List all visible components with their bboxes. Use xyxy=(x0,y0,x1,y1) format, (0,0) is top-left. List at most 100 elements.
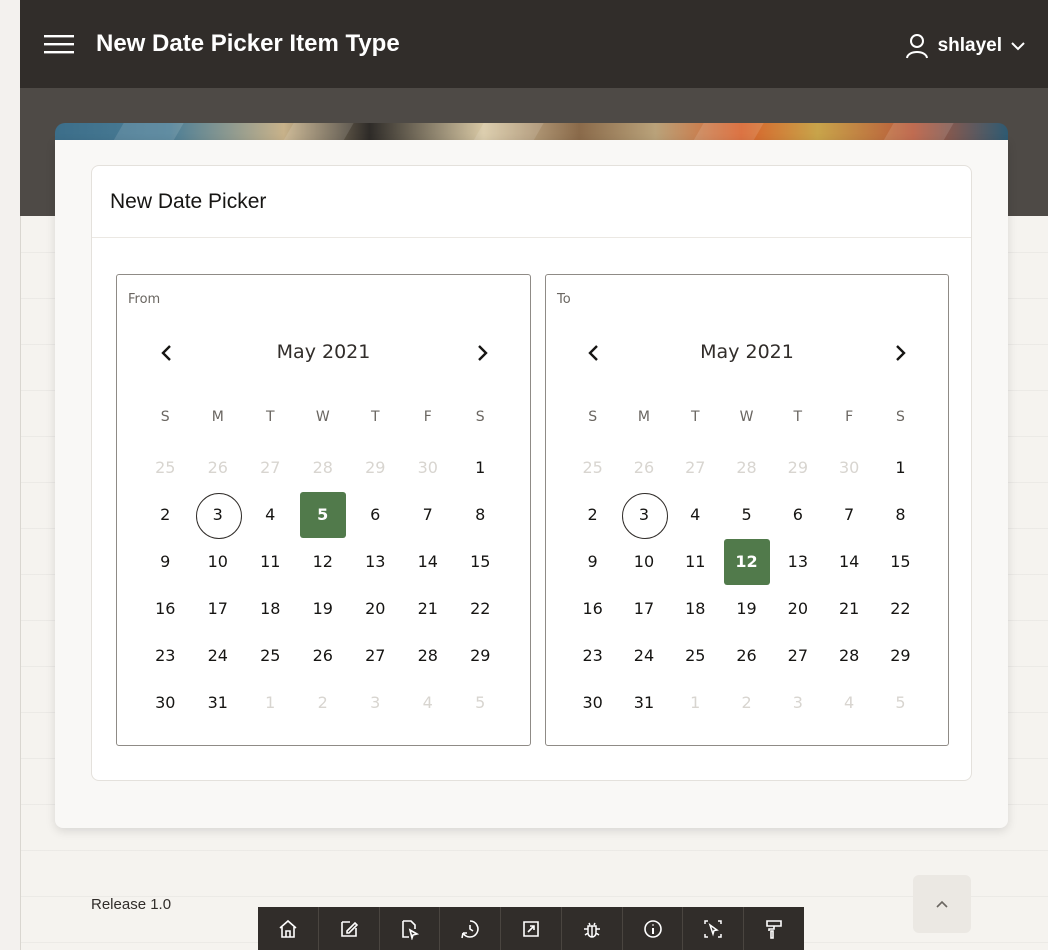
calendar-day[interactable]: 5 xyxy=(875,679,926,726)
calendar-day[interactable]: 21 xyxy=(402,585,455,632)
calendar-day[interactable]: 2 xyxy=(721,679,772,726)
calendar-day[interactable]: 10 xyxy=(618,538,669,585)
calendar-day[interactable]: 25 xyxy=(244,632,297,679)
calendar-day[interactable]: 4 xyxy=(402,679,455,726)
calendar-day[interactable]: 26 xyxy=(721,632,772,679)
calendar-day[interactable]: 18 xyxy=(244,585,297,632)
calendar-day[interactable]: 5 xyxy=(297,491,350,538)
quick-sql-button[interactable] xyxy=(501,907,562,950)
calendar-day[interactable]: 22 xyxy=(454,585,507,632)
calendar-day[interactable]: 10 xyxy=(192,538,245,585)
calendar-day[interactable]: 17 xyxy=(618,585,669,632)
info-button[interactable] xyxy=(623,907,684,950)
calendar-day[interactable]: 1 xyxy=(454,444,507,491)
calendar-day[interactable]: 13 xyxy=(349,538,402,585)
calendar-day[interactable]: 30 xyxy=(402,444,455,491)
calendar-day[interactable]: 5 xyxy=(454,679,507,726)
calendar-day[interactable]: 25 xyxy=(139,444,192,491)
calendar-day[interactable]: 9 xyxy=(139,538,192,585)
calendar-day[interactable]: 1 xyxy=(670,679,721,726)
calendar-day[interactable]: 4 xyxy=(670,491,721,538)
calendar-day[interactable]: 14 xyxy=(823,538,874,585)
calendar-day[interactable]: 28 xyxy=(297,444,350,491)
calendar-day[interactable]: 9 xyxy=(567,538,618,585)
calendar-day[interactable]: 4 xyxy=(823,679,874,726)
calendar-day[interactable]: 25 xyxy=(670,632,721,679)
calendar-day[interactable]: 3 xyxy=(618,491,669,539)
calendar-day[interactable]: 23 xyxy=(139,632,192,679)
calendar-day[interactable]: 27 xyxy=(244,444,297,491)
next-month-button[interactable] xyxy=(886,339,914,367)
calendar-day[interactable]: 7 xyxy=(823,491,874,538)
page-designer-button[interactable] xyxy=(380,907,441,950)
calendar-day[interactable]: 1 xyxy=(244,679,297,726)
calendar-day[interactable]: 30 xyxy=(823,444,874,491)
calendar-day[interactable]: 27 xyxy=(772,632,823,679)
calendar-day[interactable]: 17 xyxy=(192,585,245,632)
calendar-day[interactable]: 29 xyxy=(772,444,823,491)
calendar-day[interactable]: 25 xyxy=(567,444,618,491)
calendar-day[interactable]: 26 xyxy=(192,444,245,491)
calendar-day[interactable]: 16 xyxy=(139,585,192,632)
calendar-day[interactable]: 12 xyxy=(721,538,772,585)
calendar-day[interactable]: 27 xyxy=(670,444,721,491)
calendar-day[interactable]: 2 xyxy=(139,491,192,538)
calendar-day[interactable]: 28 xyxy=(721,444,772,491)
calendar-day[interactable]: 24 xyxy=(618,632,669,679)
quick-edit-button[interactable] xyxy=(683,907,745,950)
calendar-day[interactable]: 16 xyxy=(567,585,618,632)
calendar-day[interactable]: 4 xyxy=(244,491,297,538)
calendar-day[interactable]: 14 xyxy=(402,538,455,585)
calendar-day[interactable]: 26 xyxy=(618,444,669,491)
calendar-day[interactable]: 30 xyxy=(567,679,618,726)
calendar-day[interactable]: 15 xyxy=(454,538,507,585)
calendar-day[interactable]: 5 xyxy=(721,491,772,538)
calendar-day[interactable]: 3 xyxy=(192,491,245,539)
calendar-day[interactable]: 21 xyxy=(823,585,874,632)
debug-button[interactable] xyxy=(562,907,623,950)
session-button[interactable] xyxy=(440,907,502,950)
calendar-day[interactable]: 6 xyxy=(772,491,823,538)
scroll-to-top-button[interactable] xyxy=(913,875,971,933)
calendar-day[interactable]: 19 xyxy=(297,585,350,632)
calendar-day[interactable]: 31 xyxy=(192,679,245,726)
theme-roller-button[interactable] xyxy=(744,907,804,950)
calendar-day[interactable]: 8 xyxy=(454,491,507,538)
calendar-day[interactable]: 20 xyxy=(772,585,823,632)
hamburger-menu-button[interactable] xyxy=(42,30,76,58)
calendar-day[interactable]: 2 xyxy=(297,679,350,726)
calendar-day[interactable]: 19 xyxy=(721,585,772,632)
calendar-day[interactable]: 31 xyxy=(618,679,669,726)
calendar-day[interactable]: 2 xyxy=(567,491,618,538)
calendar-day[interactable]: 20 xyxy=(349,585,402,632)
calendar-day[interactable]: 29 xyxy=(875,632,926,679)
weekday-header: T xyxy=(793,409,803,425)
calendar-day[interactable]: 22 xyxy=(875,585,926,632)
calendar-day[interactable]: 3 xyxy=(349,679,402,726)
calendar-day[interactable]: 26 xyxy=(297,632,350,679)
calendar-day[interactable]: 24 xyxy=(192,632,245,679)
calendar-day[interactable]: 7 xyxy=(402,491,455,538)
calendar-day[interactable]: 30 xyxy=(139,679,192,726)
calendar-day[interactable]: 3 xyxy=(772,679,823,726)
home-button[interactable] xyxy=(258,907,319,950)
session-icon xyxy=(461,919,479,938)
calendar-day[interactable]: 28 xyxy=(823,632,874,679)
calendar-day[interactable]: 27 xyxy=(349,632,402,679)
calendar-day[interactable]: 11 xyxy=(670,538,721,585)
calendar-day[interactable]: 12 xyxy=(297,538,350,585)
edit-page-button[interactable] xyxy=(319,907,380,950)
calendar-day[interactable]: 15 xyxy=(875,538,926,585)
calendar-day[interactable]: 1 xyxy=(875,444,926,491)
calendar-day[interactable]: 29 xyxy=(454,632,507,679)
user-menu[interactable]: shlayel xyxy=(904,30,1026,62)
next-month-button[interactable] xyxy=(468,339,496,367)
calendar-day[interactable]: 29 xyxy=(349,444,402,491)
calendar-day[interactable]: 23 xyxy=(567,632,618,679)
calendar-day[interactable]: 28 xyxy=(402,632,455,679)
calendar-day[interactable]: 18 xyxy=(670,585,721,632)
calendar-day[interactable]: 8 xyxy=(875,491,926,538)
calendar-day[interactable]: 6 xyxy=(349,491,402,538)
calendar-day[interactable]: 13 xyxy=(772,538,823,585)
calendar-day[interactable]: 11 xyxy=(244,538,297,585)
